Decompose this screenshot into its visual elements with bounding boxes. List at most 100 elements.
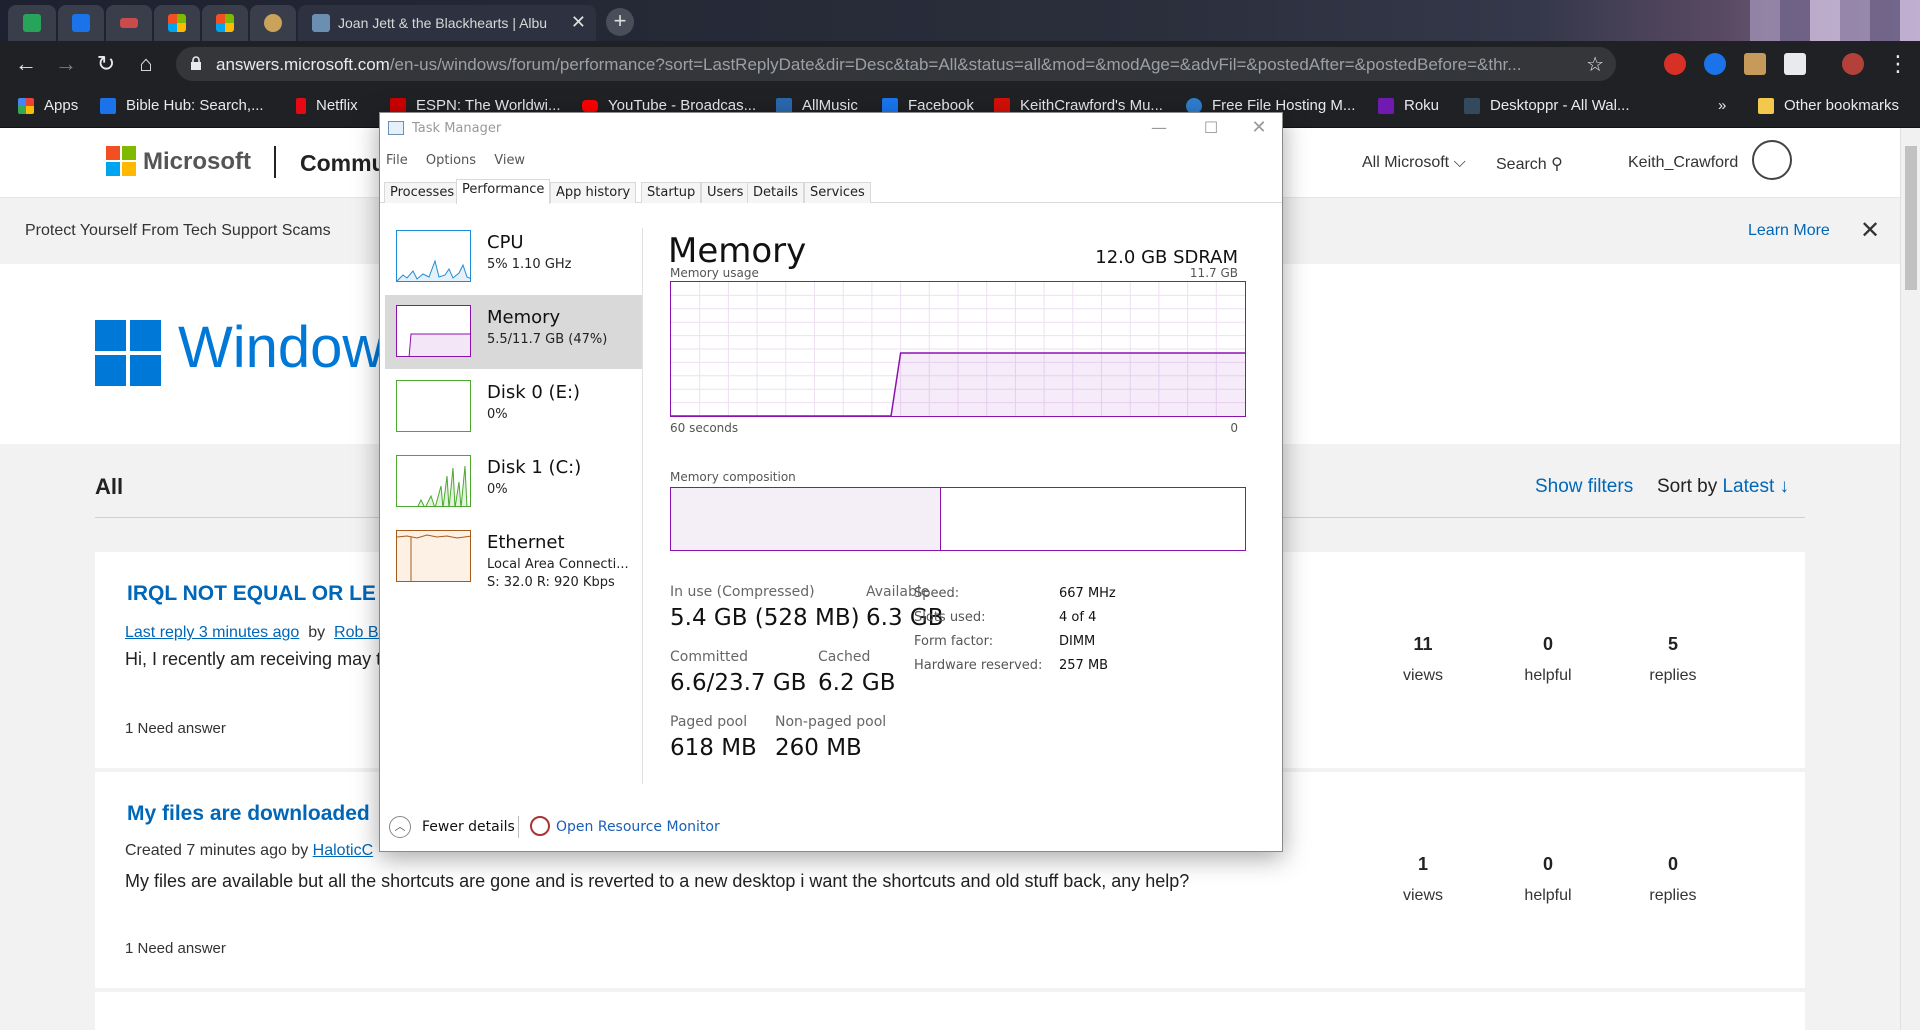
microsoft-logo-icon	[216, 14, 234, 32]
tab-favicon-icon	[120, 18, 138, 28]
menu-bar: File Options View	[386, 153, 539, 168]
microsoft-logo-icon[interactable]	[106, 146, 136, 176]
overflow-chevron-icon: »	[1718, 97, 1727, 114]
thread-meta: Created 7 minutes ago by HaloticC	[125, 842, 373, 860]
browser-tab-strip: Joan Jett & the Blackhearts | Albu ✕ +	[0, 0, 1920, 41]
calendar-icon	[72, 14, 90, 32]
browser-tab-4[interactable]	[154, 5, 200, 41]
helpful-stat: 0 helpful	[1503, 854, 1593, 905]
bookmark-netflix[interactable]: Netflix	[296, 97, 358, 114]
learn-more-link[interactable]: Learn More	[1748, 222, 1830, 240]
fewer-details-button[interactable]: Fewer details	[422, 819, 515, 835]
all-microsoft-menu[interactable]: All Microsoft ⌵	[1362, 154, 1466, 172]
back-icon[interactable]: ←	[12, 50, 40, 78]
community-title[interactable]: Commu	[300, 150, 386, 177]
task-manager-icon	[388, 121, 404, 135]
page-scrollbar[interactable]	[1900, 128, 1920, 1030]
other-bookmarks-folder[interactable]: Other bookmarks	[1758, 97, 1899, 114]
extension-icon[interactable]	[1704, 53, 1726, 75]
new-tab-button[interactable]: +	[606, 8, 634, 36]
composition-in-use	[671, 488, 941, 550]
title-bar[interactable]: Task Manager — ☐ ✕	[380, 113, 1282, 143]
browser-tab-6[interactable]	[250, 5, 296, 41]
resource-ethernet[interactable]: Ethernet Local Area Connecti... S: 32.0 …	[385, 520, 642, 602]
last-reply-link[interactable]: Last reply 3 minutes ago	[125, 624, 299, 641]
menu-view[interactable]: View	[494, 153, 525, 168]
url-text: answers.microsoft.com/en-us/windows/foru…	[216, 55, 1522, 74]
nonpaged-pool-value: 260 MB	[775, 735, 862, 761]
browser-tab-1[interactable]	[8, 5, 56, 41]
sort-control[interactable]: Sort by Latest ↓	[1657, 476, 1789, 498]
speed-label: Speed:	[914, 586, 960, 601]
views-label: views	[1402, 887, 1443, 904]
search-button[interactable]: Search ⚲	[1496, 154, 1563, 174]
bookmark-apps[interactable]: Apps	[18, 97, 78, 114]
speed-value: 667 MHz	[1059, 586, 1116, 601]
pane-divider[interactable]	[642, 228, 643, 784]
browser-tab-3[interactable]	[106, 5, 152, 41]
adblock-extension-icon[interactable]	[1664, 53, 1686, 75]
bookmarks-overflow-button[interactable]: »	[1718, 97, 1726, 114]
chevron-up-icon[interactable]: ︿	[389, 816, 411, 838]
menu-kebab-icon[interactable]: ⋮	[1884, 50, 1912, 78]
tab-performance[interactable]: Performance	[456, 179, 551, 204]
profile-avatar-icon[interactable]	[1842, 53, 1864, 75]
tab-startup[interactable]: Startup	[641, 182, 702, 203]
resource-monitor-icon[interactable]	[530, 816, 550, 836]
hardware-reserved-label: Hardware reserved:	[914, 658, 1043, 673]
reload-icon[interactable]: ↻	[92, 50, 120, 78]
thread-title[interactable]: IRQL NOT EQUAL OR LE	[127, 582, 376, 606]
user-name[interactable]: Keith_Crawford	[1628, 154, 1738, 172]
avatar[interactable]	[1752, 140, 1792, 180]
tab-app-history[interactable]: App history	[550, 182, 637, 203]
brand-name[interactable]: Microsoft	[143, 148, 251, 176]
scrollbar-thumb[interactable]	[1905, 146, 1917, 290]
sort-label: Sort by	[1657, 476, 1718, 497]
extension-icon[interactable]	[1784, 53, 1806, 75]
show-filters-button[interactable]: Show filters	[1535, 476, 1633, 498]
browser-tab-active[interactable]: Joan Jett & the Blackhearts | Albu ✕	[298, 5, 596, 41]
resource-cpu[interactable]: CPU 5% 1.10 GHz	[385, 220, 642, 294]
created-text: Created 7 minutes ago by	[125, 842, 309, 859]
maximize-icon[interactable]: ☐	[1188, 115, 1234, 143]
menu-options[interactable]: Options	[426, 153, 476, 168]
resource-memory[interactable]: Memory 5.5/11.7 GB (47%)	[385, 295, 642, 369]
resource-disk-0[interactable]: Disk 0 (E:) 0%	[385, 370, 642, 444]
bookmark-star-icon[interactable]: ☆	[1586, 52, 1604, 77]
form-factor-value: DIMM	[1059, 634, 1096, 649]
bookmark-desktoppr[interactable]: Desktoppr - All Wal...	[1464, 97, 1629, 114]
sort-value[interactable]: Latest	[1722, 476, 1774, 497]
tab-users[interactable]: Users	[701, 182, 750, 203]
thread-title[interactable]: My files are downloaded	[127, 802, 370, 826]
resource-value: 5.5/11.7 GB (47%)	[487, 332, 608, 347]
close-icon[interactable]: ✕	[1860, 216, 1880, 245]
close-tab-icon[interactable]: ✕	[571, 12, 586, 33]
forward-icon[interactable]: →	[52, 50, 80, 78]
resource-name: CPU	[487, 232, 524, 253]
memory-details: Memory 12.0 GB SDRAM Memory usage 11.7 G…	[668, 203, 1268, 803]
cached-label: Cached	[818, 649, 871, 665]
browser-tab-2[interactable]	[58, 5, 104, 41]
close-icon[interactable]: ✕	[1236, 115, 1282, 143]
ethernet-mini-graph	[396, 530, 471, 582]
home-icon[interactable]: ⌂	[132, 50, 160, 78]
author-link[interactable]: Rob B.	[334, 624, 383, 641]
thread-card[interactable]	[95, 992, 1805, 1030]
bookmark-label: Other bookmarks	[1784, 97, 1900, 114]
hero-title: Windows	[178, 315, 414, 380]
tab-processes[interactable]: Processes	[384, 182, 461, 203]
bookmark-bible-hub[interactable]: Bible Hub: Search,...	[100, 97, 264, 114]
menu-file[interactable]: File	[386, 153, 408, 168]
author-link[interactable]: HaloticC	[313, 842, 373, 859]
resource-disk-1[interactable]: Disk 1 (C:) 0%	[385, 445, 642, 519]
open-resource-monitor-link[interactable]: Open Resource Monitor	[556, 819, 720, 835]
bookmark-roku[interactable]: Roku	[1378, 97, 1439, 114]
browser-tab-5[interactable]	[202, 5, 248, 41]
minimize-icon[interactable]: —	[1136, 115, 1182, 143]
header-divider	[274, 146, 276, 178]
replies-stat: 5 replies	[1628, 634, 1718, 685]
extension-icon[interactable]	[1744, 53, 1766, 75]
tab-services[interactable]: Services	[804, 182, 871, 203]
tab-details[interactable]: Details	[747, 182, 805, 203]
address-bar[interactable]: answers.microsoft.com/en-us/windows/foru…	[176, 47, 1616, 81]
